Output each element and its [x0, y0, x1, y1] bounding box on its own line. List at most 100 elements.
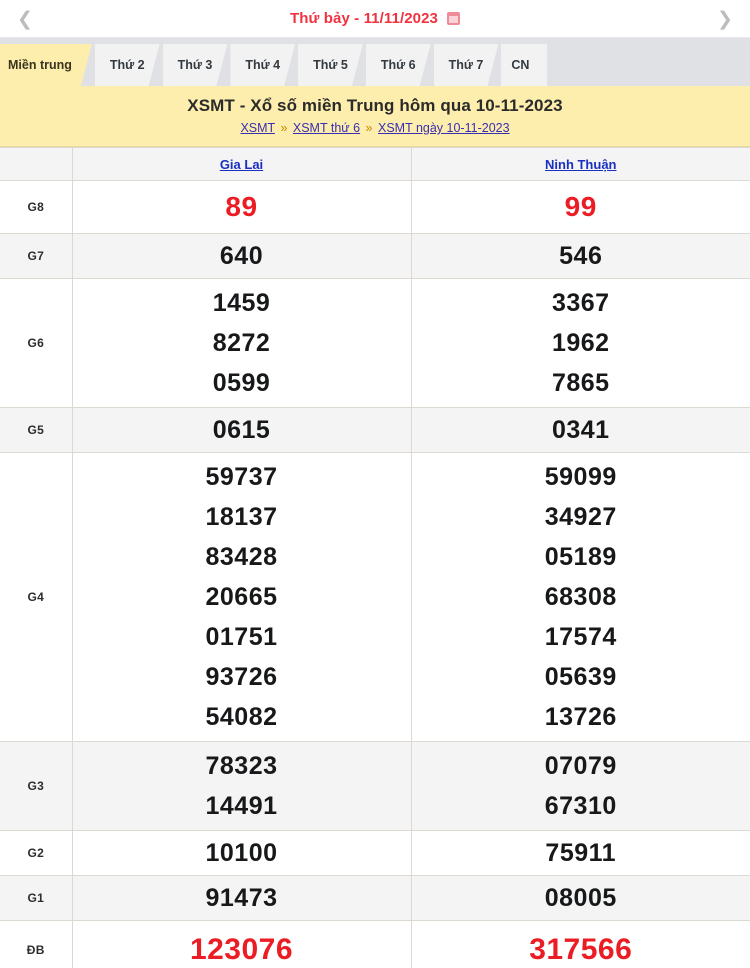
prize-number: 05189	[544, 543, 617, 571]
tab-label: Thứ 2	[109, 58, 145, 72]
table-header: Gia Lai Ninh Thuận	[0, 147, 750, 181]
tab-label: CN	[511, 58, 530, 72]
prize-number: 05639	[544, 663, 617, 691]
prize-label-g2: G2	[0, 830, 73, 876]
prize-label-g8: G8	[0, 180, 73, 234]
prize-number: 93726	[205, 663, 278, 691]
prize-label-g7: G7	[0, 233, 73, 279]
prize-number: 8272	[212, 329, 271, 357]
breadcrumb-separator: »	[365, 121, 373, 135]
prize-label-g3: G3	[0, 741, 73, 831]
prize-values-g7-gia-lai: 640	[72, 233, 412, 279]
table-row: G4 59737 18137 83428 20665 01751 93726 5…	[0, 452, 750, 742]
tab-thu-2[interactable]: Thứ 2	[95, 44, 160, 86]
header-province-ninh-thuan: Ninh Thuận	[411, 147, 750, 181]
prize-number: 54082	[205, 703, 278, 731]
table-row: G8 89 99	[0, 180, 750, 234]
prize-number: 7865	[551, 369, 610, 397]
table-row: G5 0615 0341	[0, 407, 750, 453]
table-row: G1 91473 08005	[0, 875, 750, 921]
tab-label: Thứ 4	[245, 58, 281, 72]
prize-number: 1962	[551, 329, 610, 357]
table-row: G2 10100 75911	[0, 830, 750, 876]
tab-thu-4[interactable]: Thứ 4	[230, 44, 295, 86]
prize-values-g5-ninh-thuan: 0341	[411, 407, 750, 453]
page-title-block: XSMT - Xổ số miền Trung hôm qua 10-11-20…	[0, 86, 750, 147]
prize-values-db-ninh-thuan: 317566	[411, 920, 750, 968]
prize-number: 17574	[544, 623, 617, 651]
tab-label: Thứ 3	[177, 58, 213, 72]
prize-number: 20665	[205, 583, 278, 611]
prize-number: 14491	[205, 792, 278, 820]
tab-thu-5[interactable]: Thứ 5	[298, 44, 363, 86]
prize-number: 1459	[212, 289, 271, 317]
breadcrumb: XSMT » XSMT thứ 6 » XSMT ngày 10-11-2023	[10, 121, 740, 135]
breadcrumb-link-xsmt[interactable]: XSMT	[240, 121, 275, 135]
prize-values-g2-gia-lai: 10100	[72, 830, 412, 876]
breadcrumb-link-xsmt-thu-6[interactable]: XSMT thứ 6	[293, 121, 360, 135]
weekday-label: Thứ bảy -	[290, 10, 364, 27]
calendar-icon[interactable]	[446, 12, 460, 25]
prize-number: 67310	[544, 792, 617, 820]
tab-label: Thứ 6	[380, 58, 416, 72]
prize-number: 0341	[551, 416, 610, 444]
prize-number: 13726	[544, 703, 617, 731]
prize-values-g5-gia-lai: 0615	[72, 407, 412, 453]
table-header-row: Gia Lai Ninh Thuận	[0, 147, 750, 181]
chevron-left-icon[interactable]: ❮	[4, 0, 46, 38]
prize-number: 01751	[205, 623, 278, 651]
table-row: ĐB 123076 317566	[0, 920, 750, 968]
prize-number: 546	[559, 242, 603, 270]
prize-number: 10100	[205, 839, 278, 867]
tab-cn[interactable]: CN	[501, 44, 548, 86]
prize-values-g4-ninh-thuan: 59099 34927 05189 68308 17574 05639 1372…	[411, 452, 750, 742]
prize-number: 89	[225, 191, 258, 222]
prize-number: 123076	[189, 933, 294, 966]
prize-number: 18137	[205, 503, 278, 531]
prize-number: 59099	[544, 463, 617, 491]
tab-label: Thứ 7	[448, 58, 484, 72]
tab-mien-trung[interactable]: Miền trung	[0, 44, 92, 86]
prize-number: 0599	[212, 369, 271, 397]
prize-values-g1-ninh-thuan: 08005	[411, 875, 750, 921]
prize-values-g4-gia-lai: 59737 18137 83428 20665 01751 93726 5408…	[72, 452, 412, 742]
prize-number: 08005	[544, 884, 617, 912]
table-row: G3 78323 14491 07079 67310	[0, 741, 750, 831]
province-link-ninh-thuan[interactable]: Ninh Thuận	[545, 157, 617, 172]
prize-values-g1-gia-lai: 91473	[72, 875, 412, 921]
prize-label-g6: G6	[0, 278, 73, 408]
table-body: G8 89 99 G7 640 546 G6 1459 8272 0599 33…	[0, 180, 750, 968]
breadcrumb-separator: »	[280, 121, 288, 135]
prize-label-g4: G4	[0, 452, 73, 742]
tab-label: Miền trung	[8, 58, 72, 72]
prize-values-g3-ninh-thuan: 07079 67310	[411, 741, 750, 831]
prize-number: 59737	[205, 463, 278, 491]
date-value: 11/11/2023	[363, 10, 438, 27]
prize-number: 34927	[544, 503, 617, 531]
tab-thu-3[interactable]: Thứ 3	[163, 44, 228, 86]
tab-thu-7[interactable]: Thứ 7	[434, 44, 499, 86]
table-row: G6 1459 8272 0599 3367 1962 7865	[0, 278, 750, 408]
prize-values-g6-gia-lai: 1459 8272 0599	[72, 278, 412, 408]
prize-number: 75911	[545, 839, 617, 867]
prize-number: 07079	[544, 752, 617, 780]
tab-label: Thứ 5	[313, 58, 348, 72]
prize-number: 0615	[212, 416, 271, 444]
prize-number: 91473	[205, 884, 278, 912]
prize-number: 3367	[551, 289, 610, 317]
prize-number: 640	[219, 242, 264, 270]
prize-values-g6-ninh-thuan: 3367 1962 7865	[411, 278, 750, 408]
tab-thu-6[interactable]: Thứ 6	[366, 44, 431, 86]
prize-number: 99	[564, 191, 597, 222]
province-link-gia-lai[interactable]: Gia Lai	[220, 157, 263, 172]
prize-values-g3-gia-lai: 78323 14491	[72, 741, 412, 831]
prize-label-db: ĐB	[0, 920, 73, 968]
breadcrumb-link-xsmt-ngay[interactable]: XSMT ngày 10-11-2023	[378, 121, 510, 135]
prize-label-g1: G1	[0, 875, 73, 921]
prize-values-g2-ninh-thuan: 75911	[411, 830, 750, 876]
prize-label-g5: G5	[0, 407, 73, 453]
chevron-right-icon[interactable]: ❯	[704, 0, 746, 38]
lottery-results-table: Gia Lai Ninh Thuận G8 89 99 G7 640 546 G…	[0, 147, 750, 968]
prize-number: 78323	[205, 752, 278, 780]
current-date-label: Thứ bảy - 11/11/2023	[290, 10, 460, 27]
